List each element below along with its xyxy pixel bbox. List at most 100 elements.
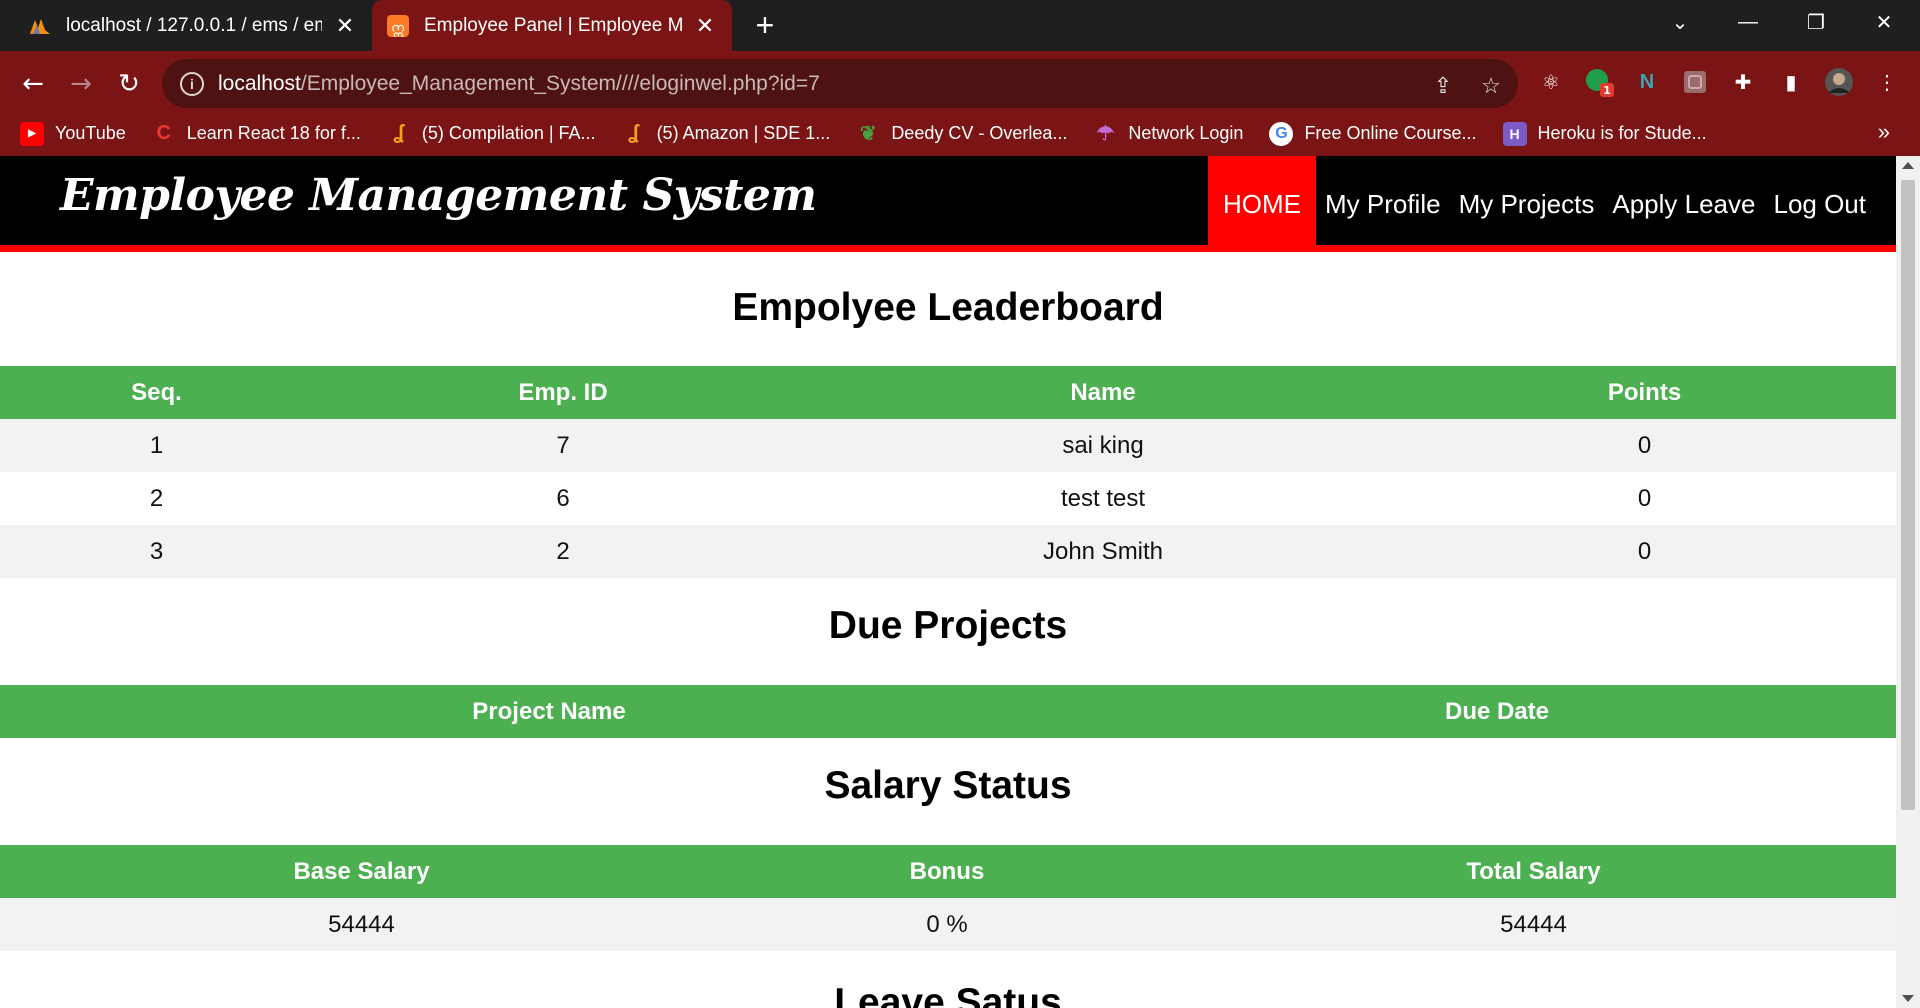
table-cell: 0 — [1393, 525, 1896, 578]
due-projects-table: Project Name Due Date — [0, 685, 1896, 738]
forward-icon[interactable]: → — [62, 65, 100, 103]
nav-log-out[interactable]: Log Out — [1764, 156, 1896, 252]
close-window-icon[interactable]: ✕ — [1854, 0, 1914, 44]
extension-badge-count: 1 — [1603, 84, 1611, 97]
table-cell: 54444 — [0, 898, 723, 951]
table-header-row: Project Name Due Date — [0, 685, 1896, 738]
leetcode-icon: ʆ — [393, 122, 405, 144]
bookmark-free-courses[interactable]: G Free Online Course... — [1269, 121, 1477, 146]
salary-status-title: Salary Status — [824, 764, 1072, 807]
side-panel-icon[interactable]: ▮ — [1774, 65, 1808, 99]
bookmark-heroku[interactable]: H Heroku is for Stude... — [1502, 121, 1707, 146]
bookmark-label: Heroku is for Stude... — [1537, 123, 1707, 143]
table-row: 54444 0 % 54444 — [0, 898, 1896, 951]
table-header-row: Seq. Emp. ID Name Points — [0, 366, 1896, 419]
bookmark-network-login[interactable]: ☂ Network Login — [1093, 122, 1243, 146]
tab-search-icon[interactable]: ⌄ — [1650, 0, 1710, 44]
leave-status-title: Leave Satus — [834, 981, 1062, 1008]
table-cell: John Smith — [813, 525, 1393, 578]
extension-badge-icon[interactable]: 1 — [1582, 65, 1616, 99]
scroll-up-icon[interactable] — [1902, 162, 1914, 169]
tab-title: localhost / 127.0.0.1 / ems / empl — [66, 14, 322, 36]
table-cell: sai king — [813, 419, 1393, 472]
table-cell: test test — [813, 472, 1393, 525]
table-row: 3 2 John Smith 0 — [0, 525, 1896, 578]
due-projects-title: Due Projects — [828, 604, 1068, 647]
table-cell: 7 — [313, 419, 813, 472]
browser-tab-employee-panel[interactable]: ဣ Employee Panel | Employee Mana ✕ — [372, 0, 732, 51]
bookmarks-bar: ▶ YouTube C Learn React 18 for f... ʆ (5… — [0, 111, 1920, 156]
column-header: Total Salary — [1171, 845, 1896, 898]
leaderboard-title: Empolyee Leaderboard — [732, 286, 1164, 329]
leetcode-icon: ʆ — [628, 122, 639, 144]
table-row: 2 6 test test 0 — [0, 472, 1896, 525]
profile-avatar-icon[interactable] — [1822, 65, 1856, 99]
site-info-icon[interactable]: i — [180, 71, 204, 96]
bookmark-label: Deedy CV - Overlea... — [891, 123, 1068, 143]
notion-extension-icon[interactable]: N — [1630, 65, 1664, 99]
bookmark-label: (5) Amazon | SDE 1... — [656, 123, 831, 143]
close-tab-icon[interactable]: ✕ — [692, 13, 718, 39]
youtube-icon: ▶ — [20, 121, 44, 146]
column-header: Emp. ID — [313, 366, 813, 419]
nav-home[interactable]: HOME — [1207, 156, 1316, 252]
site-header: Employee Management System HOME My Profi… — [0, 156, 1896, 252]
umbrella-icon: ☂ — [1096, 123, 1115, 145]
overleaf-icon: ❦ — [859, 123, 877, 145]
new-tab-button[interactable]: + — [748, 7, 782, 43]
main-nav: HOME My Profile My Projects Apply Leave … — [1207, 156, 1896, 252]
table-row: 1 7 sai king 0 — [0, 419, 1896, 472]
svg-text:ဣ: ဣ — [392, 20, 406, 37]
table-cell: 54444 — [1171, 898, 1896, 951]
nav-apply-leave[interactable]: Apply Leave — [1603, 156, 1764, 252]
nav-my-projects[interactable]: My Projects — [1450, 156, 1604, 252]
table-cell: 0 — [1393, 419, 1896, 472]
nav-my-profile[interactable]: My Profile — [1316, 156, 1450, 252]
minimize-icon[interactable]: — — [1718, 0, 1778, 44]
table-cell: 2 — [0, 472, 313, 525]
scroll-down-icon[interactable] — [1902, 995, 1914, 1002]
column-header: Points — [1393, 366, 1896, 419]
column-header: Name — [813, 366, 1393, 419]
more-bookmarks-icon[interactable]: » — [1878, 119, 1890, 145]
column-header: Bonus — [723, 845, 1171, 898]
react-devtools-icon[interactable]: ⚛ — [1534, 65, 1568, 99]
browser-menu-icon[interactable]: ⋮ — [1870, 65, 1904, 99]
extensions-puzzle-icon[interactable]: ✚ — [1726, 65, 1760, 99]
site-brand: Employee Management System — [60, 170, 817, 221]
bookmark-star-icon[interactable]: ☆ — [1476, 71, 1506, 101]
xampp-icon: ဣ — [386, 14, 410, 38]
table-cell: 1 — [0, 419, 313, 472]
column-header: Project Name — [0, 685, 1098, 738]
table-cell: 0 % — [723, 898, 1171, 951]
url-path: /Employee_Management_System////eloginwel… — [300, 71, 820, 95]
column-header: Base Salary — [0, 845, 723, 898]
phpmyadmin-icon — [28, 14, 52, 38]
back-icon[interactable]: ← — [14, 65, 52, 103]
reload-icon[interactable]: ↻ — [110, 65, 148, 103]
table-cell: 0 — [1393, 472, 1896, 525]
salary-table: Base Salary Bonus Total Salary 54444 0 %… — [0, 845, 1896, 951]
bookmark-amazon[interactable]: ʆ (5) Amazon | SDE 1... — [622, 122, 831, 146]
browser-tab-phpmyadmin[interactable]: localhost / 127.0.0.1 / ems / empl ✕ — [14, 0, 372, 51]
browser-toolbar: ← → ↻ i localhost /Employee_Management_S… — [0, 51, 1920, 156]
extension-square-icon[interactable] — [1678, 65, 1712, 99]
url-host: localhost — [218, 71, 301, 95]
google-icon: G — [1269, 121, 1294, 146]
page-scrollbar[interactable] — [1896, 156, 1920, 1008]
bookmark-react[interactable]: C Learn React 18 for f... — [152, 122, 361, 146]
bookmark-youtube[interactable]: ▶ YouTube — [20, 121, 126, 146]
close-tab-icon[interactable]: ✕ — [332, 13, 358, 39]
table-cell: 3 — [0, 525, 313, 578]
scrollbar-thumb[interactable] — [1901, 180, 1915, 810]
tab-title: Employee Panel | Employee Mana — [424, 14, 682, 36]
bookmark-deedy-cv[interactable]: ❦ Deedy CV - Overlea... — [856, 122, 1067, 146]
browser-tab-strip: localhost / 127.0.0.1 / ems / empl ✕ ဣ E… — [0, 0, 1920, 51]
table-header-row: Base Salary Bonus Total Salary — [0, 845, 1896, 898]
address-bar[interactable]: i localhost /Employee_Management_System/… — [162, 59, 1518, 108]
restore-icon[interactable]: ❐ — [1786, 0, 1846, 44]
bookmark-compilation[interactable]: ʆ (5) Compilation | FA... — [387, 122, 596, 146]
bookmark-label: Free Online Course... — [1304, 123, 1477, 143]
bookmark-label: (5) Compilation | FA... — [421, 123, 596, 143]
share-icon[interactable]: ⇪ — [1428, 71, 1458, 101]
